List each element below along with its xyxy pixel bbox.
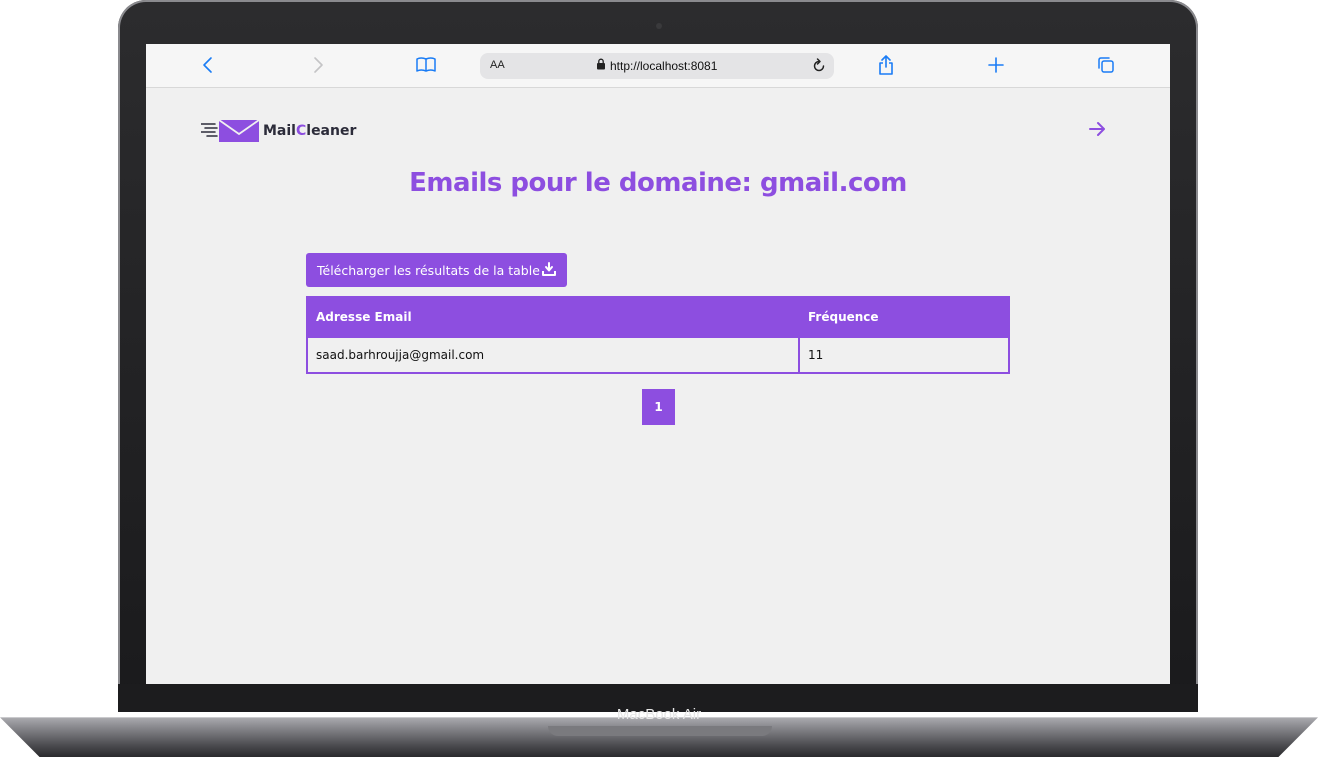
table-header-row: Adresse Email Fréquence <box>306 296 1010 338</box>
envelope-logo-icon <box>200 114 261 148</box>
tabs-overview-icon[interactable] <box>1094 53 1118 77</box>
download-icon <box>541 261 556 279</box>
url-display[interactable]: http://localhost:8081 <box>596 58 717 73</box>
pagination-page-button[interactable]: 1 <box>642 389 675 425</box>
download-button-label: Télécharger les résultats de la table <box>317 262 540 278</box>
browser-toolbar: AA http://localhost:8081 <box>146 44 1170 88</box>
logo-text: MailCleaner <box>263 123 356 139</box>
address-bar[interactable]: AA http://localhost:8081 <box>480 53 834 79</box>
screen: AA http://localhost:8081 MailCleaner Ema… <box>146 44 1170 684</box>
column-header-frequency[interactable]: Fréquence <box>798 296 1010 338</box>
forward-chevron-icon[interactable] <box>306 53 330 77</box>
text-size-button[interactable]: AA <box>490 59 505 71</box>
share-icon[interactable] <box>874 53 898 77</box>
laptop-notch <box>548 726 772 736</box>
download-results-button[interactable]: Télécharger les résultats de la table <box>306 253 567 287</box>
page-title: Emails pour le domaine: gmail.com <box>409 168 907 198</box>
new-tab-plus-icon[interactable] <box>984 53 1008 77</box>
camera-dot <box>656 23 662 29</box>
column-header-email[interactable]: Adresse Email <box>306 296 800 338</box>
mailcleaner-logo[interactable]: MailCleaner <box>200 114 356 148</box>
back-chevron-icon[interactable] <box>196 53 220 77</box>
url-text: http://localhost:8081 <box>610 58 718 73</box>
bookmarks-book-icon[interactable] <box>414 53 438 77</box>
table-row: saad.barhroujja@gmail.com 11 <box>306 336 1010 374</box>
logo-text-part1: Mail <box>263 123 296 139</box>
frequency-cell: 11 <box>798 336 1010 374</box>
logo-text-accent: C <box>295 123 307 139</box>
device-model-label: MacBook Air <box>616 706 702 723</box>
arrow-right-icon[interactable] <box>1086 118 1108 140</box>
reload-icon[interactable] <box>810 57 828 75</box>
logo-text-part2: leaner <box>306 123 357 139</box>
email-frequency-table: Adresse Email Fréquence saad.barhroujja@… <box>306 296 1010 374</box>
lock-icon <box>596 58 606 73</box>
email-cell: saad.barhroujja@gmail.com <box>306 336 800 374</box>
